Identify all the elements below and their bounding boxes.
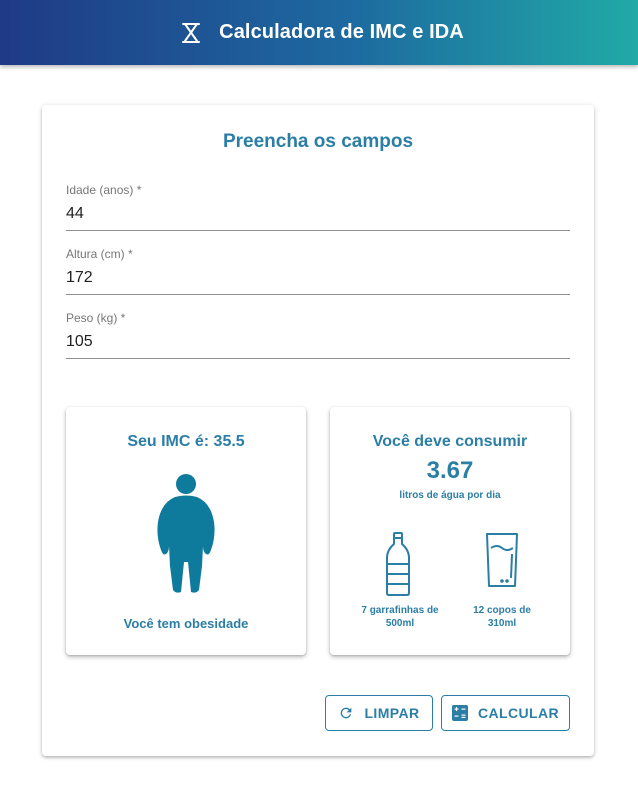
age-field: Idade (anos) * [66,183,570,231]
water-unit: litros de água por dia [399,490,501,501]
calculate-button-label: CALCULAR [478,705,559,721]
water-glass-icon [486,533,518,587]
imc-result-card: Seu IMC é: 35.5 Você tem obesidade [66,407,306,655]
age-label: Idade (anos) * [66,183,142,197]
glasses-caption-line1: 12 copos de [473,605,531,616]
age-input[interactable] [66,201,570,227]
water-result-card: Você deve consumir 3.67 litros de água p… [330,407,570,655]
imc-status: Você tem obesidade [123,616,249,631]
water-bottle-icon [386,532,410,596]
bottles-caption-line2: 500ml [385,618,415,629]
height-label: Altura (cm) * [66,247,133,261]
clear-button-label: LIMPAR [364,705,420,721]
water-value: 3.67 [426,457,474,484]
height-field: Altura (cm) * [66,247,570,295]
bottles-caption-line1: 7 garrafinhas de [361,605,439,616]
bottles-caption: 7 garrafinhas de 500ml [350,604,450,630]
app-title: Calculadora de IMC e IDA [219,21,464,43]
calculator-icon [452,705,469,721]
obese-body-icon [157,474,215,593]
water-result-title: Você deve consumir [372,433,528,450]
weight-label: Peso (kg) * [66,311,126,325]
app-bar: Calculadora de IMC e IDA [0,0,638,65]
calculate-button[interactable]: CALCULAR [441,695,570,731]
form-card: Preencha os campos Idade (anos) * Altura… [42,105,594,756]
weight-input[interactable] [66,329,570,355]
weight-field: Peso (kg) * [66,311,570,359]
height-input[interactable] [66,265,570,291]
glasses-caption-line2: 310ml [487,618,517,629]
imc-result-title: Seu IMC é: 35.5 [127,433,245,450]
refresh-icon [341,707,352,719]
glasses-caption: 12 copos de 310ml [452,604,552,630]
form-title: Preencha os campos [222,131,414,152]
clear-button[interactable]: LIMPAR [325,695,433,731]
scale-icon [180,22,202,44]
